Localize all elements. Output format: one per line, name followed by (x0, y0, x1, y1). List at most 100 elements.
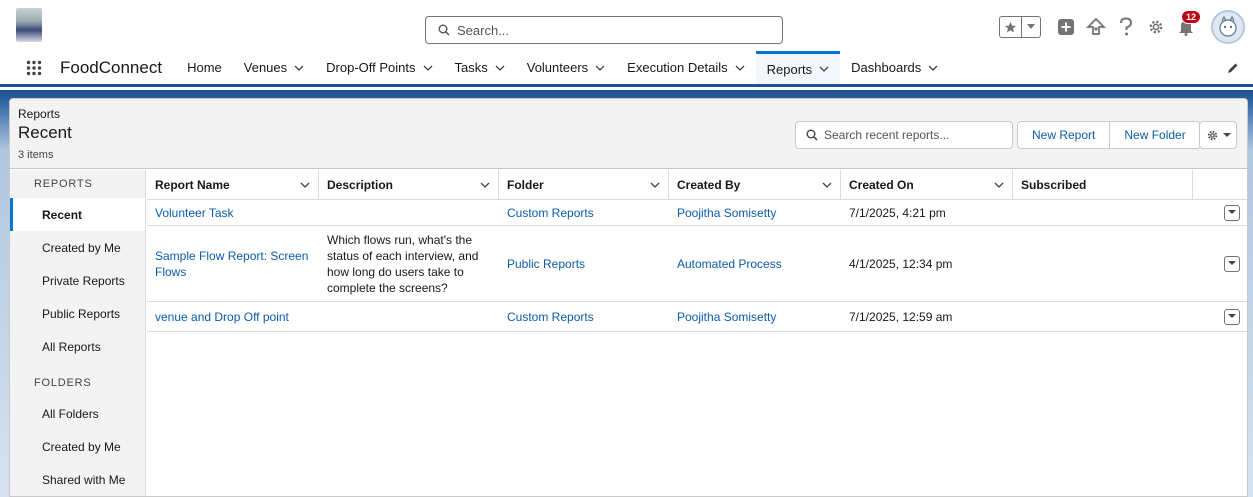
setup-gear-icon[interactable] (1144, 15, 1168, 39)
report-description (319, 200, 499, 225)
created-by-link[interactable]: Poojitha Somisetty (669, 200, 841, 225)
column-header-label: Subscribed (1021, 177, 1087, 192)
nav-tab-dashboards[interactable]: Dashboards (840, 51, 949, 84)
created-by-link[interactable]: Automated Process (669, 226, 841, 301)
new-folder-button[interactable]: New Folder (1109, 122, 1199, 148)
chevron-down-icon[interactable] (650, 182, 660, 188)
column-header-actions (1193, 170, 1247, 199)
nav-tab-home[interactable]: Home (176, 51, 233, 84)
nav-tab-label: Execution Details (627, 60, 728, 75)
report-name-link[interactable]: Sample Flow Report: Screen Flows (147, 226, 319, 301)
created-on: 4/1/2025, 12:34 pm (849, 256, 953, 271)
global-actions-icon[interactable] (1054, 15, 1078, 39)
chevron-down-icon[interactable] (928, 65, 938, 71)
org-logo[interactable] (16, 8, 42, 42)
column-header-report-name[interactable]: Report Name (147, 170, 319, 199)
report-description (319, 302, 499, 331)
chevron-down-icon[interactable] (480, 182, 490, 188)
sidebar-item-shared-with-me[interactable]: Shared with Me (10, 463, 145, 496)
chevron-down-icon[interactable] (735, 65, 745, 71)
app-name: FoodConnect (60, 57, 163, 77)
reports-page: Reports Recent 3 items Search recent rep… (9, 98, 1248, 497)
nav-tab-drop-off-points[interactable]: Drop-Off Points (315, 51, 443, 84)
report-name-link[interactable]: Volunteer Task (147, 200, 319, 225)
global-search-placeholder: Search... (457, 22, 510, 38)
report-description: Which flows run, what's the status of ea… (327, 232, 479, 295)
folder-link[interactable]: Public Reports (499, 226, 669, 301)
chevron-down-icon[interactable] (294, 65, 304, 71)
trailhead-icon[interactable] (1084, 15, 1108, 39)
page-title: Recent (18, 123, 72, 142)
column-header-label: Description (327, 177, 394, 192)
search-icon (438, 24, 450, 36)
new-report-button[interactable]: New Report (1018, 122, 1109, 148)
sidebar-heading-reports: REPORTS (34, 178, 93, 190)
sidebar-item-all-reports[interactable]: All Reports (10, 330, 145, 363)
sidebar-item-public-reports[interactable]: Public Reports (10, 297, 145, 330)
row-action-dropdown-icon[interactable] (1224, 204, 1240, 221)
user-avatar[interactable] (1211, 10, 1245, 44)
favorites-dropdown-icon[interactable] (1022, 24, 1040, 30)
row-actions-cell (1193, 226, 1247, 301)
sidebar-heading-folders: FOLDERS (34, 377, 92, 389)
column-header-folder[interactable]: Folder (499, 170, 669, 199)
created-on: 7/1/2025, 4:21 pm (849, 205, 946, 220)
column-header-created-on[interactable]: Created On (841, 170, 1013, 199)
chevron-down-icon[interactable] (819, 66, 829, 72)
nav-tab-reports[interactable]: Reports (755, 51, 841, 84)
sidebar-item-private-reports[interactable]: Private Reports (10, 264, 145, 297)
item-count: 3 items (18, 149, 54, 161)
notification-badge: 12 (1180, 10, 1201, 24)
subscribed-cell (1013, 302, 1193, 331)
nav-tab-volunteers[interactable]: Volunteers (516, 51, 616, 84)
nav-tab-venues[interactable]: Venues (233, 51, 315, 84)
folder-link[interactable]: Custom Reports (499, 200, 669, 225)
chevron-down-icon[interactable] (300, 182, 310, 188)
nav-tab-tasks[interactable]: Tasks (444, 51, 516, 84)
row-action-dropdown-icon[interactable] (1224, 255, 1240, 272)
column-header-label: Created On (849, 177, 914, 192)
caret-down-icon (1222, 132, 1231, 137)
table-row: Sample Flow Report: Screen Flows Which f… (147, 226, 1247, 302)
chevron-down-icon[interactable] (423, 65, 433, 71)
reports-sidebar: REPORTS Recent Created by Me Private Rep… (10, 170, 146, 496)
created-on: 7/1/2025, 12:59 am (849, 309, 953, 324)
column-header-description[interactable]: Description (319, 170, 499, 199)
sidebar-item-all-folders[interactable]: All Folders (10, 397, 145, 430)
list-settings-button[interactable] (1199, 121, 1237, 149)
created-by-link[interactable]: Poojitha Somisetty (669, 302, 841, 331)
nav-tab-label: Tasks (454, 60, 488, 75)
chevron-down-icon[interactable] (822, 182, 832, 188)
favorites-group (999, 16, 1041, 38)
search-icon (806, 129, 818, 141)
row-action-dropdown-icon[interactable] (1224, 308, 1240, 325)
row-actions-cell (1193, 200, 1247, 225)
chevron-down-icon[interactable] (994, 182, 1004, 188)
table-header: Report Name Description Folder Created B… (147, 170, 1247, 200)
global-search-input[interactable]: Search... (425, 16, 783, 44)
folder-link[interactable]: Custom Reports (499, 302, 669, 331)
column-header-label: Report Name (155, 177, 230, 192)
sidebar-item-recent[interactable]: Recent (10, 198, 145, 231)
column-header-created-by[interactable]: Created By (669, 170, 841, 199)
page-eyebrow: Reports (18, 107, 61, 121)
recent-reports-search-input[interactable]: Search recent reports... (795, 121, 1013, 149)
help-icon[interactable] (1114, 15, 1138, 39)
nav-tab-execution-details[interactable]: Execution Details (616, 51, 755, 84)
sidebar-item-created-by-me[interactable]: Created by Me (10, 231, 145, 264)
sidebar-item-folders-created-by-me[interactable]: Created by Me (10, 430, 145, 463)
action-button-group: New Report New Folder (1017, 121, 1201, 149)
notifications-bell-icon[interactable]: 12 (1174, 10, 1201, 39)
favorites-star-icon[interactable] (1000, 17, 1022, 37)
column-header-subscribed[interactable]: Subscribed (1013, 170, 1193, 199)
table-row: Volunteer Task Custom Reports Poojitha S… (147, 200, 1247, 226)
chevron-down-icon[interactable] (495, 65, 505, 71)
app-launcher-icon[interactable] (26, 51, 48, 84)
global-header: Search... 12 (0, 0, 1253, 50)
report-name-link[interactable]: venue and Drop Off point (147, 302, 319, 331)
chevron-down-icon[interactable] (595, 65, 605, 71)
edit-nav-pencil-icon[interactable] (1227, 51, 1239, 84)
row-actions-cell (1193, 302, 1247, 331)
subscribed-cell (1013, 226, 1193, 301)
subscribed-cell (1013, 200, 1193, 225)
